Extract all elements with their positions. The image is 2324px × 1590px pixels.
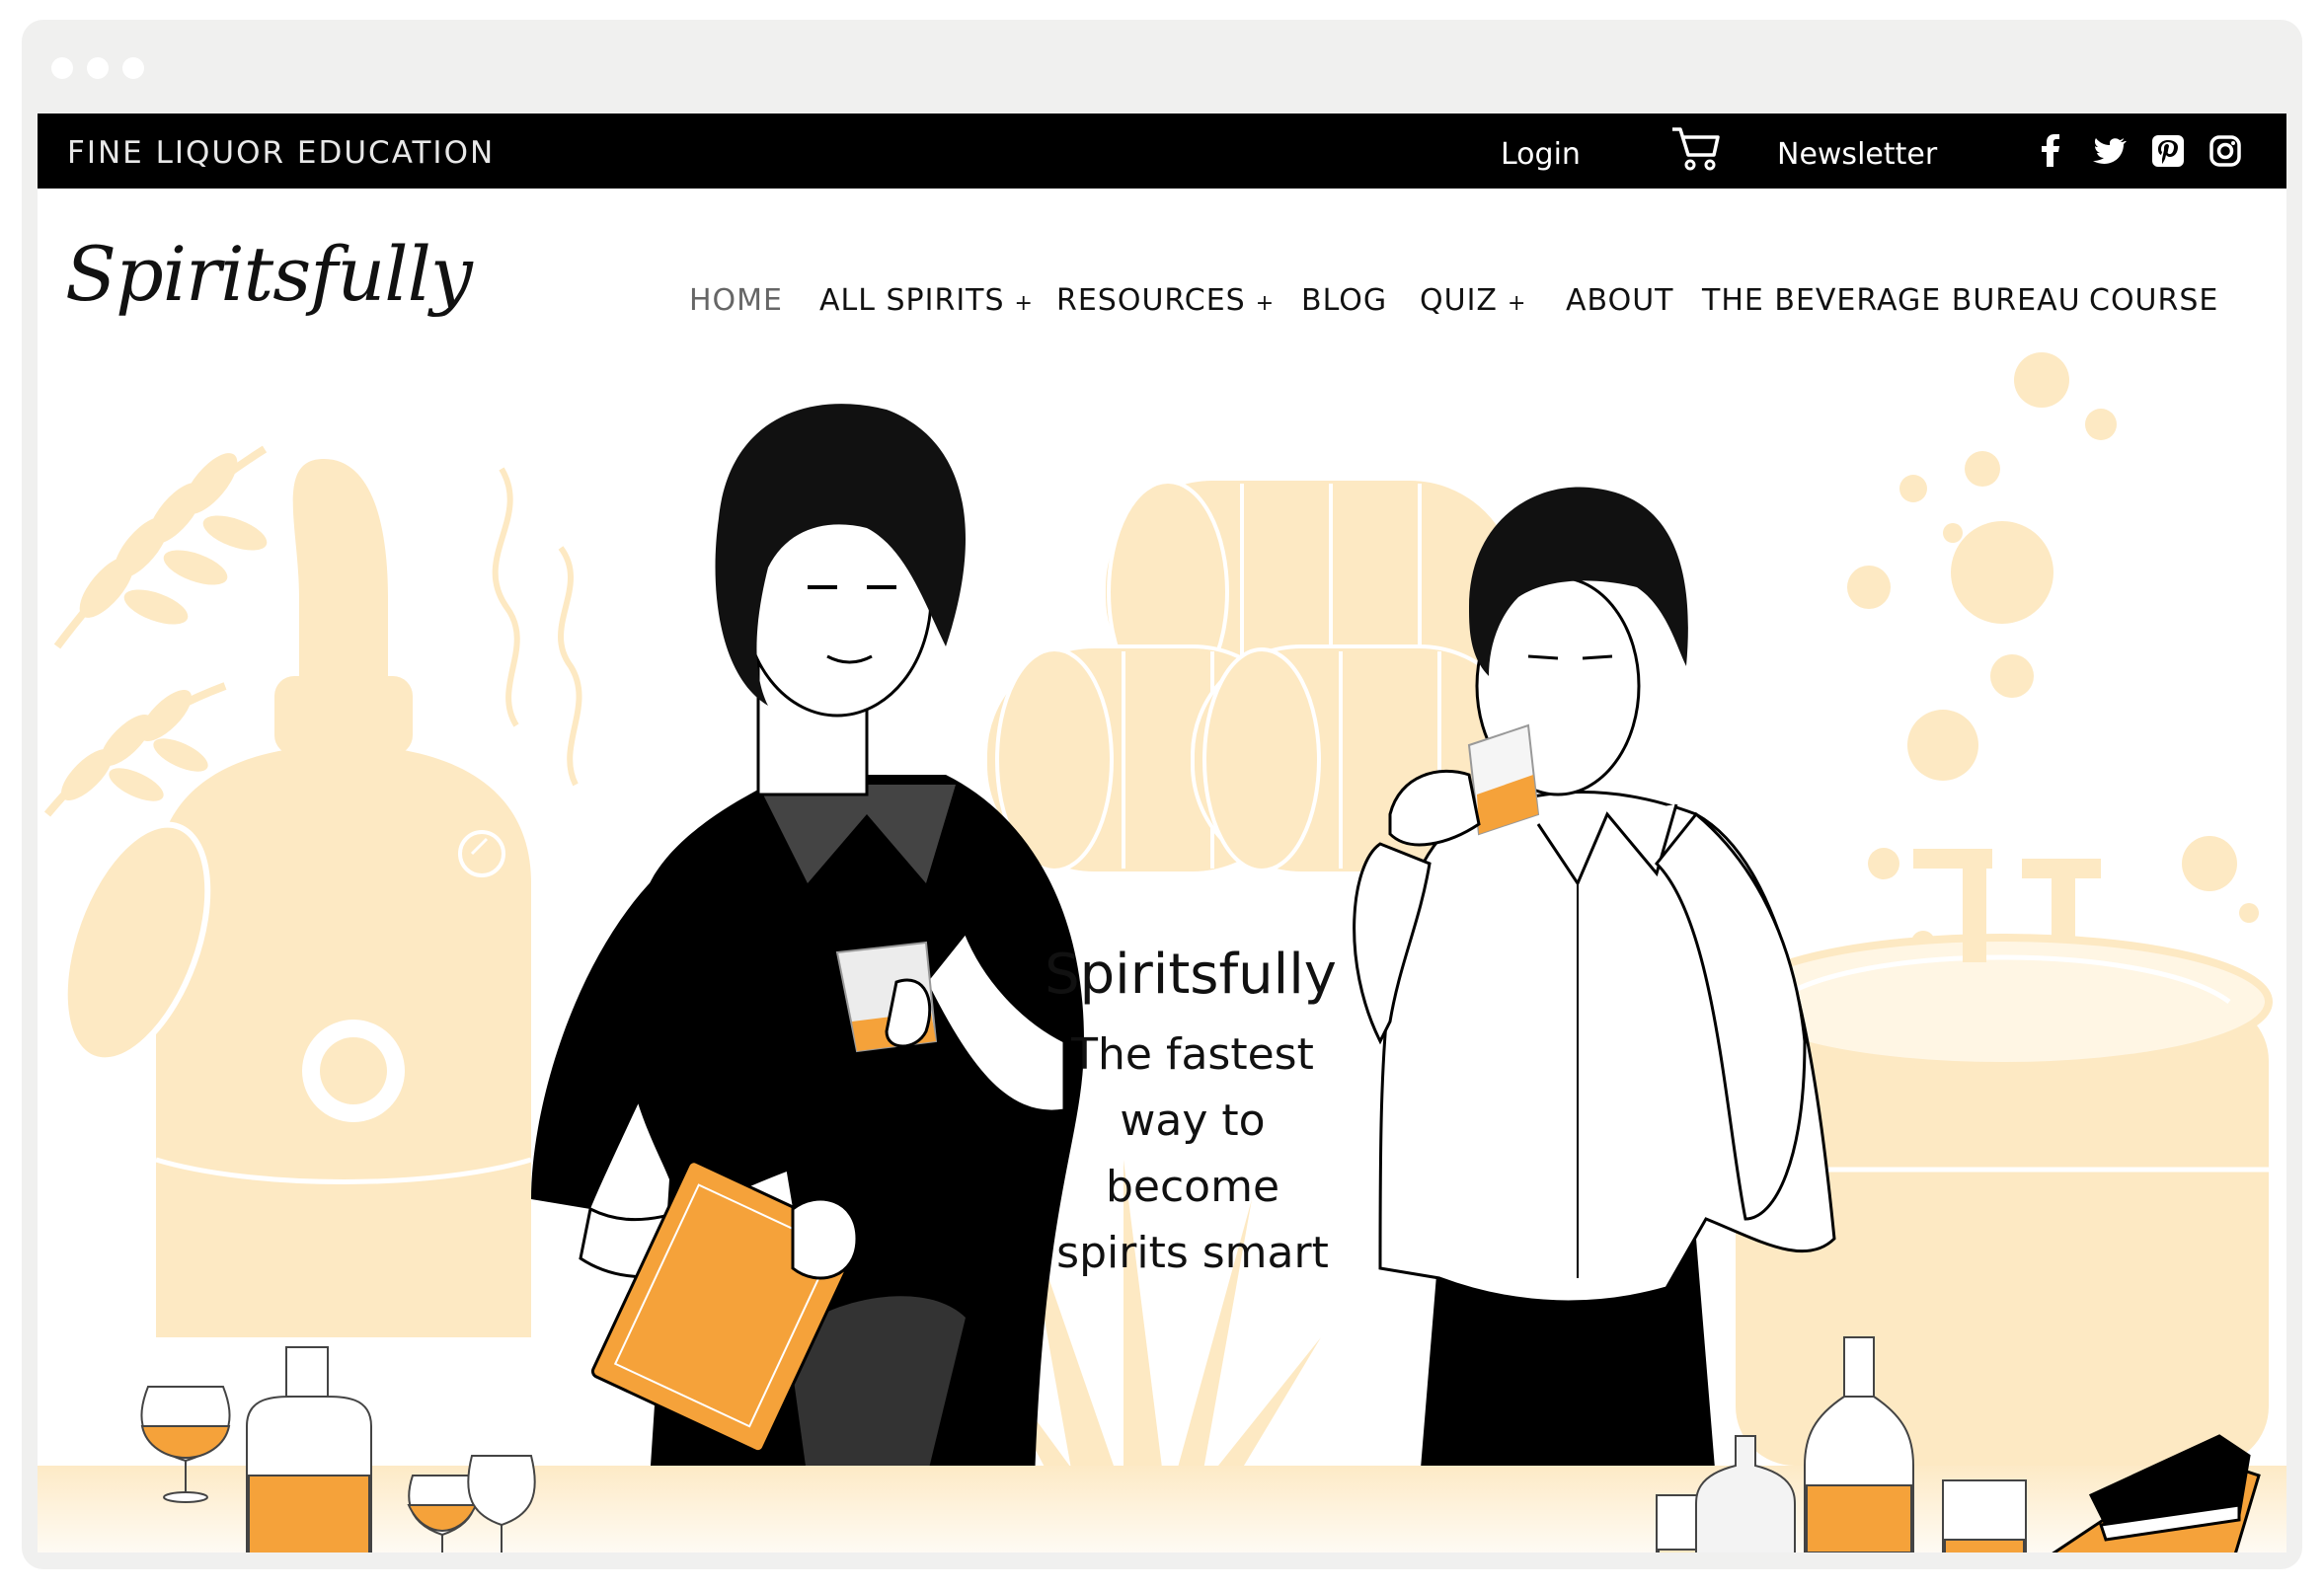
nav-label: COURSE	[2089, 283, 2219, 318]
nav-label: BLOG	[1301, 283, 1388, 318]
nav-quiz[interactable]: QUIZ +	[1420, 283, 1526, 318]
instagram-icon[interactable]	[2208, 133, 2243, 169]
window-dot	[87, 57, 109, 79]
newsletter-link[interactable]: Newsletter	[1777, 137, 1937, 172]
twitter-icon[interactable]	[2091, 133, 2127, 169]
nav-label: THE BEVERAGE BUREAU	[1702, 283, 2081, 318]
wheat-illustration	[43, 445, 268, 817]
login-link[interactable]: Login	[1501, 137, 1581, 172]
woman-figure	[531, 404, 1084, 1480]
window-dot	[51, 57, 73, 79]
facebook-icon[interactable]	[2034, 133, 2069, 169]
nav-label: QUIZ	[1420, 283, 1498, 318]
top-bar: FINE LIQUOR EDUCATION Login Newsletter	[38, 114, 2286, 189]
hero-subtitle-line: way to	[1120, 1096, 1266, 1146]
site-tagline: FINE LIQUOR EDUCATION	[67, 135, 496, 171]
browser-frame: FINE LIQUOR EDUCATION Login Newsletter S…	[22, 20, 2302, 1569]
nav-all-spirits[interactable]: ALL SPIRITS +	[819, 283, 1034, 318]
vapor-illustration	[492, 467, 582, 787]
nav-label: RESOURCES	[1056, 283, 1246, 318]
page-viewport: FINE LIQUOR EDUCATION Login Newsletter S…	[38, 114, 2286, 1552]
window-dot	[122, 57, 144, 79]
hero-subtitle-line: spirits smart	[1056, 1228, 1329, 1278]
nav-label: HOME	[689, 283, 784, 318]
nav-beverage-bureau[interactable]: THE BEVERAGE BUREAU	[1702, 283, 2081, 318]
nav-resources[interactable]: RESOURCES +	[1056, 283, 1275, 318]
hero-subtitle-line: become	[1105, 1162, 1280, 1212]
site-logo[interactable]: Spiritsfully	[65, 230, 473, 318]
nav-label: ABOUT	[1566, 283, 1674, 318]
cart-icon[interactable]	[1668, 121, 1722, 175]
nav-course[interactable]: COURSE	[2089, 283, 2218, 318]
pinterest-icon[interactable]	[2150, 133, 2186, 169]
nav-home[interactable]: HOME	[689, 283, 783, 318]
nav-label: ALL SPIRITS	[819, 283, 1005, 318]
nav-blog[interactable]: BLOG	[1301, 283, 1387, 318]
hero-section: Spiritsfully The fastest way to become s…	[38, 350, 2286, 1552]
expand-plus-icon[interactable]: +	[1256, 291, 1275, 316]
nav-about[interactable]: ABOUT	[1566, 283, 1673, 318]
hero-subtitle: The fastest way to become spirits smart	[1005, 1022, 1380, 1286]
hero-title: Spiritsfully	[1045, 943, 1337, 1007]
expand-plus-icon[interactable]: +	[1015, 291, 1034, 316]
expand-plus-icon[interactable]: +	[1508, 291, 1526, 316]
hero-subtitle-line: The fastest	[1071, 1029, 1314, 1080]
